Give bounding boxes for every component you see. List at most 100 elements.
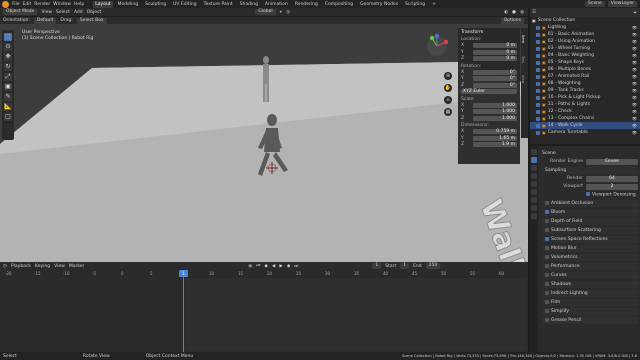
visibility-eye-icon[interactable]: 👁	[632, 94, 637, 101]
outliner-collection-item[interactable]: ▣ 13 - Complex Chains 👁	[530, 115, 640, 122]
render-engine-dropdown[interactable]: Eevee	[586, 158, 638, 165]
visibility-eye-icon[interactable]: 👁	[632, 59, 637, 66]
workspace-tab-scripting[interactable]: Scripting	[403, 1, 427, 8]
transform-orientation-dropdown[interactable]: Global	[255, 9, 276, 15]
outliner-collection-item[interactable]: ▣ 06 - Multiple Bones 👁	[530, 66, 640, 73]
tool-properties-tab-icon[interactable]	[531, 149, 537, 155]
section-enable-checkbox[interactable]	[545, 272, 549, 277]
viewport-denoising-row[interactable]: Viewport Denoising	[542, 191, 638, 198]
record-icon[interactable]: ●	[248, 264, 252, 269]
menu-edit[interactable]: Edit	[23, 2, 32, 7]
visibility-eye-icon[interactable]: 👁	[632, 73, 637, 80]
collection-include-checkbox[interactable]	[536, 46, 540, 51]
collection-include-checkbox[interactable]	[536, 53, 540, 58]
outliner-collection-item[interactable]: ▣ 02 - Using Animation 👁	[530, 38, 640, 45]
workspace-tab-sculpting[interactable]: Sculpting	[143, 1, 168, 8]
scale-y-field[interactable]: Y 1.000	[461, 109, 517, 115]
dimensions-x-field[interactable]: X 0.759 m	[461, 129, 517, 135]
menu-keying[interactable]: Keying	[35, 264, 50, 269]
section-enable-checkbox[interactable]	[545, 290, 549, 295]
collection-include-checkbox[interactable]	[536, 67, 540, 72]
rotate-tool-icon[interactable]: ↻	[4, 63, 12, 71]
cursor-tool-icon[interactable]: ⊙	[4, 43, 12, 51]
section-enable-checkbox[interactable]	[545, 317, 549, 322]
end-frame-field[interactable]: 250	[425, 263, 441, 269]
menu-add[interactable]: Add	[74, 10, 83, 15]
tab-tool[interactable]: Tool	[521, 50, 525, 68]
workspace-tab-layout[interactable]: Layout	[93, 0, 113, 8]
properties-section-header[interactable]: Film	[542, 299, 638, 306]
menu-playback[interactable]: Playback	[11, 264, 31, 269]
camera-view-icon[interactable]: ⌂	[444, 96, 452, 104]
select-box-tool-icon[interactable]: ⬚	[4, 33, 12, 41]
timeline-keyframe-area[interactable]	[0, 278, 528, 350]
workspace-tab-compositing[interactable]: Compositing	[323, 1, 355, 8]
modifier-properties-tab-icon[interactable]	[531, 205, 537, 211]
add-cube-tool-icon[interactable]: ▢	[4, 113, 12, 121]
collection-include-checkbox[interactable]	[536, 74, 540, 79]
collection-include-checkbox[interactable]	[536, 109, 540, 114]
visibility-eye-icon[interactable]: 👁	[632, 31, 637, 38]
outliner-collection-item[interactable]: ▣ Camera Turntable 👁	[530, 129, 640, 136]
visibility-eye-icon[interactable]: 👁	[632, 24, 637, 31]
workspace-tab-shading[interactable]: Shading	[238, 1, 260, 8]
outliner-collection-item[interactable]: ▣ 12 - Check 👁	[530, 108, 640, 115]
playhead-frame-indicator[interactable]: 1	[179, 270, 188, 277]
location-z-field[interactable]: Z0 m	[461, 56, 517, 62]
tab-item[interactable]: Item	[521, 30, 525, 48]
rotation-z-field[interactable]: Z 0°	[461, 82, 517, 89]
outliner-collection-item[interactable]: ▣ 03 - Wheel Turning 👁	[530, 45, 640, 52]
rotation-mode-dropdown[interactable]: XYZ Euler	[461, 89, 517, 95]
dimensions-z-field[interactable]: Z 1.9 m	[461, 142, 517, 148]
jump-end-icon[interactable]: ⏭	[294, 263, 298, 269]
visibility-eye-icon[interactable]: 👁	[632, 80, 637, 87]
zoom-icon[interactable]: ⊕	[444, 72, 452, 80]
blender-logo-icon[interactable]	[2, 0, 9, 8]
rotation-y-field[interactable]: Y 0°	[461, 76, 517, 82]
properties-section-header[interactable]: Performance	[542, 263, 638, 270]
collection-include-checkbox[interactable]	[536, 32, 540, 37]
outliner-scene-collection[interactable]: ▣ Scene Collection	[530, 17, 640, 24]
outliner-collection-item[interactable]: ▣ 01 - Basic Animation 👁	[530, 31, 640, 38]
render-properties-tab-icon[interactable]	[531, 157, 537, 163]
properties-section-header[interactable]: Volumetrics	[542, 254, 638, 261]
menu-marker[interactable]: Marker	[69, 264, 85, 269]
visibility-eye-icon[interactable]: 👁	[632, 45, 637, 52]
dimensions-y-field[interactable]: Y 1.65 m	[461, 135, 517, 142]
outliner-filter-icon[interactable]: ⏷	[633, 10, 637, 16]
menu-view[interactable]: View	[41, 10, 52, 15]
view-layer-selector[interactable]: ViewLayer	[607, 1, 637, 7]
location-y-field[interactable]: Y0 m	[461, 49, 517, 56]
properties-section-header[interactable]: Subsurface Scattering	[542, 227, 638, 234]
perspective-toggle-icon[interactable]: ▦	[444, 108, 452, 116]
scene-properties-tab-icon[interactable]	[531, 181, 537, 187]
visibility-eye-icon[interactable]: 👁	[632, 66, 637, 73]
section-enable-checkbox[interactable]	[545, 245, 549, 250]
visibility-eye-icon[interactable]: 👁	[632, 87, 637, 94]
workspace-tab-animation[interactable]: Animation	[263, 1, 290, 8]
properties-section-header[interactable]: Shadows	[542, 281, 638, 288]
play-icon[interactable]: ▶	[279, 264, 282, 269]
collection-include-checkbox[interactable]	[536, 102, 540, 107]
properties-section-header[interactable]: Indirect Lighting	[542, 290, 638, 297]
collection-include-checkbox[interactable]	[536, 95, 540, 100]
playhead-line[interactable]	[183, 270, 184, 352]
collection-include-checkbox[interactable]	[536, 81, 540, 86]
visibility-eye-icon[interactable]: 👁	[632, 122, 637, 129]
scale-tool-icon[interactable]: ⤢	[4, 73, 12, 81]
section-enable-checkbox[interactable]	[545, 236, 549, 241]
annotate-tool-icon[interactable]: ✎	[4, 93, 12, 101]
outliner-collection-item[interactable]: ▣ 09 - Tank Tracks 👁	[530, 87, 640, 94]
visibility-eye-icon[interactable]: 👁	[632, 115, 637, 122]
overlay-icon[interactable]: ◐	[504, 10, 508, 15]
scene-selector[interactable]: Scene	[585, 1, 605, 7]
add-workspace-button[interactable]: +	[430, 1, 438, 8]
visibility-eye-icon[interactable]: 👁	[632, 38, 637, 45]
snap-icon[interactable]: ⌖	[280, 9, 283, 15]
workspace-tab-geometry-nodes[interactable]: Geometry Nodes	[358, 1, 400, 8]
visibility-eye-icon[interactable]: 👁	[632, 108, 637, 115]
section-enable-checkbox[interactable]	[545, 263, 549, 268]
object-properties-tab-icon[interactable]	[531, 197, 537, 203]
shading-material-icon[interactable]: ◍	[520, 10, 524, 15]
timeline-ruler[interactable]: -20 -15 -10 -5 0 5 10 15 20 25 30 35 40 …	[0, 270, 528, 278]
